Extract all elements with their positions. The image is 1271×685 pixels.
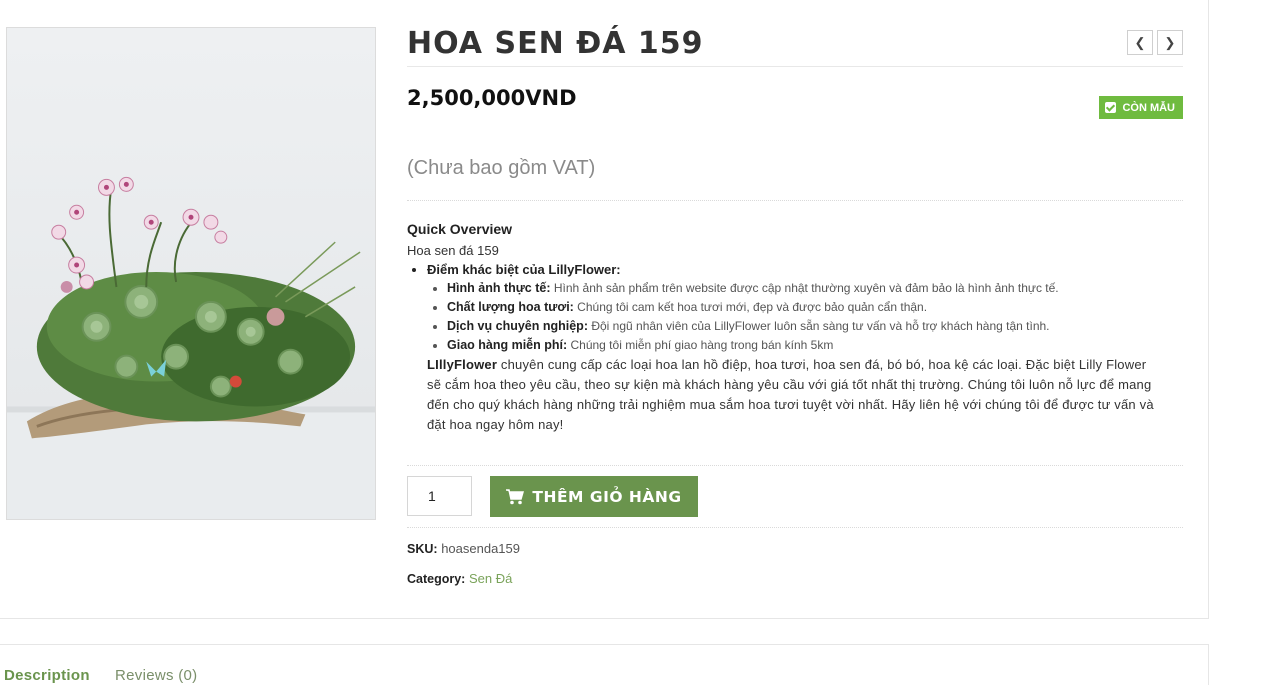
list-item: Hình ảnh thực tế: Hình ảnh sản phẩm trên… [447,279,1183,298]
feature-label: Hình ảnh thực tế: [447,281,551,295]
quick-overview-line: Hoa sen đá 159 [407,243,499,258]
sku-value: hoasenda159 [441,541,520,556]
category-link[interactable]: Sen Đá [469,571,512,586]
intro-paragraph: LIllyFlower chuyên cung cấp các loại hoa… [427,355,1157,435]
feature-text: Chúng tôi miễn phí giao hàng trong bán k… [567,338,834,352]
product-image[interactable] [6,27,376,520]
feature-text: Hình ảnh sản phẩm trên website được cập … [550,281,1059,295]
divider [407,465,1183,466]
add-to-cart-button[interactable]: THÊM GIỎ HÀNG [490,476,698,517]
product-price: 2,500,000VND [407,86,577,110]
stock-badge: CÒN MẪU [1099,96,1183,119]
chevron-right-icon: ❯ [1164,34,1176,50]
prev-product-button[interactable]: ❮ [1127,30,1153,55]
list-item: Giao hàng miễn phí: Chúng tôi miễn phí g… [447,336,1183,355]
sku-label: SKU: [407,542,438,556]
list-item: Dịch vụ chuyên nghiệp: Đội ngũ nhân viên… [447,317,1183,336]
divider [407,200,1183,201]
list-item: Điểm khác biệt của LillyFlower: Hình ảnh… [427,260,1183,355]
brand-name: LIllyFlower [427,357,498,372]
quick-overview: Quick Overview Hoa sen đá 159 Điểm khác … [407,220,1183,435]
feature-label: Giao hàng miễn phí: [447,338,568,352]
feature-list-title: Điểm khác biệt của LillyFlower: [427,262,621,277]
tab-description[interactable]: Description [4,667,90,684]
chevron-left-icon: ❮ [1134,34,1146,50]
check-square-icon [1105,102,1117,113]
divider [407,527,1183,528]
vat-note: (Chưa bao gồm VAT) [407,157,596,179]
flower-arrangement-photo [7,28,375,519]
product-nav: ❮ ❯ [1127,30,1183,55]
product-title: HOA SEN ĐÁ 159 [407,26,704,61]
feature-text: Đội ngũ nhân viên của LillyFlower luôn s… [588,319,1050,333]
tab-reviews[interactable]: Reviews (0) [115,667,197,684]
category-label: Category: [407,572,466,586]
next-product-button[interactable]: ❯ [1157,30,1183,55]
divider [407,66,1183,67]
stock-label: CÒN MẪU [1122,101,1175,114]
feature-label: Dịch vụ chuyên nghiệp: [447,319,588,333]
category-row: Category: Sen Đá [407,571,512,586]
list-item: Chất lượng hoa tươi: Chúng tôi cam kết h… [447,298,1183,317]
quick-overview-heading: Quick Overview [407,221,513,237]
product-summary: HOA SEN ĐÁ 159 ❮ ❯ 2,500,000VND CÒN MẪU … [407,24,1183,586]
intro-text: chuyên cung cấp các loại hoa lan hồ điệp… [427,357,1154,432]
sku-row: SKU: hoasenda159 [407,541,520,556]
add-to-cart-form: THÊM GIỎ HÀNG [407,476,1183,527]
product-tabs: Description Reviews (0) [0,644,1209,685]
add-to-cart-label: THÊM GIỎ HÀNG [532,487,682,506]
feature-text: Chúng tôi cam kết hoa tươi mới, đẹp và đ… [573,300,928,314]
quantity-input[interactable] [407,476,472,516]
feature-label: Chất lượng hoa tươi: [447,300,574,314]
shopping-cart-icon [506,488,525,504]
